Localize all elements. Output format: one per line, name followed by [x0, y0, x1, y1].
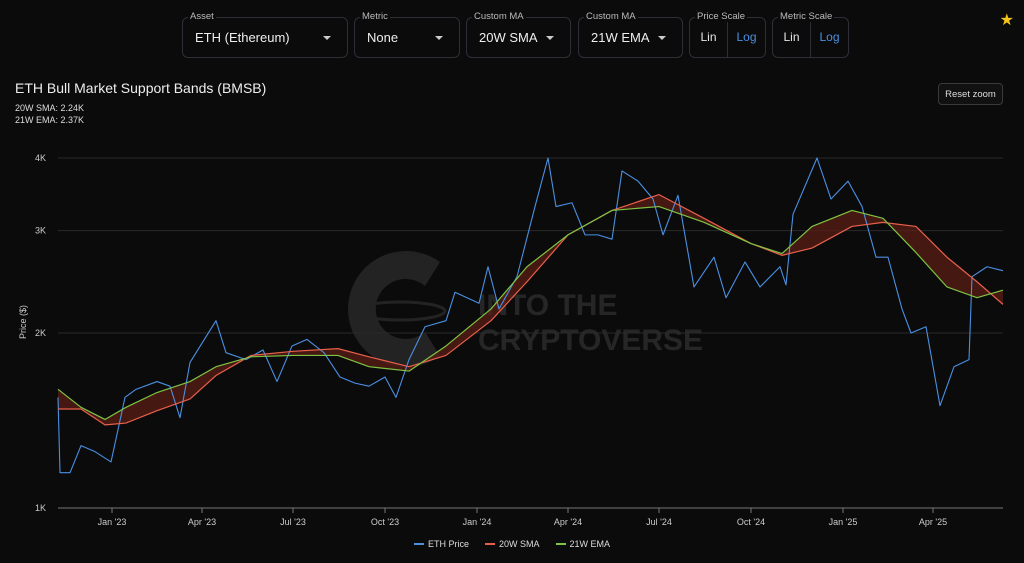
- legend-item-sma[interactable]: 20W SMA: [484, 539, 540, 549]
- legend: ETH Price 20W SMA 21W EMA: [0, 539, 1024, 549]
- x-tick-label: Apr '24: [554, 517, 582, 527]
- sma-swatch-icon: [484, 543, 495, 545]
- y-tick-label: 1K: [35, 503, 46, 513]
- price-swatch-icon: [413, 543, 424, 545]
- chart-area[interactable]: INTO THE CRYPTOVERSE 1K2K3K4KJan '23 Apr …: [0, 0, 1024, 563]
- x-tick-label: Jul '24: [646, 517, 672, 527]
- x-tick-label: Apr '23: [188, 517, 216, 527]
- x-tick-label: Oct '23: [371, 517, 399, 527]
- watermark-line-2: CRYPTOVERSE: [478, 324, 703, 357]
- x-tick-label: Jan '25: [829, 517, 858, 527]
- x-tick-label: Jul '23: [280, 517, 306, 527]
- y-tick-label: 2K: [35, 328, 46, 338]
- legend-label: 20W SMA: [498, 539, 540, 549]
- y-tick-label: 3K: [35, 226, 46, 236]
- x-tick-label: Apr '25: [919, 517, 947, 527]
- legend-item-ema[interactable]: 21W EMA: [555, 539, 611, 549]
- legend-item-price[interactable]: ETH Price: [413, 539, 469, 549]
- x-tick-label: Jan '24: [463, 517, 492, 527]
- legend-label: 21W EMA: [569, 539, 611, 549]
- y-tick-label: 4K: [35, 153, 46, 163]
- legend-label: ETH Price: [427, 539, 469, 549]
- y-axis-label: Price ($): [18, 305, 28, 339]
- x-tick-label: Oct '24: [737, 517, 765, 527]
- ema-swatch-icon: [555, 543, 566, 545]
- x-tick-label: Jan '23: [98, 517, 127, 527]
